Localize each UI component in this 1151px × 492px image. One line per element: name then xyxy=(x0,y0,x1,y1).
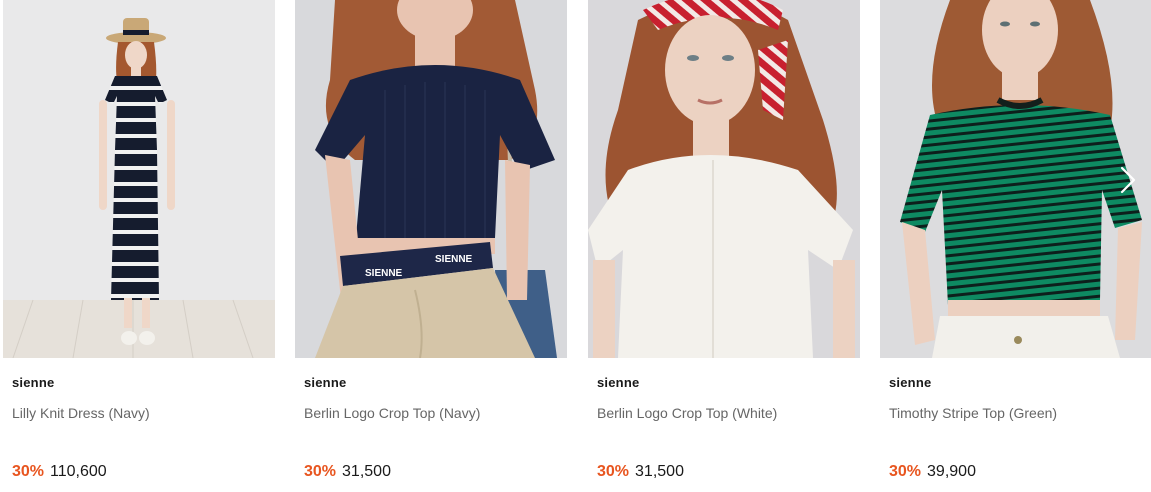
product-name[interactable]: Berlin Logo Crop Top (White) xyxy=(597,405,777,421)
sale-price: 110,600 xyxy=(50,463,107,480)
carousel-next-button[interactable] xyxy=(1112,162,1142,198)
product-carousel: sienne Lilly Knit Dress (Navy) 30% 110,60… xyxy=(0,0,1151,492)
price-row: 30% 31,500 xyxy=(597,463,684,481)
discount-rate: 30% xyxy=(889,463,922,480)
brand-name[interactable]: sienne xyxy=(889,375,931,390)
product-image[interactable] xyxy=(3,0,275,358)
product-image[interactable] xyxy=(880,0,1151,358)
price-row: 30% 39,900 xyxy=(889,463,976,481)
sale-price: 31,500 xyxy=(342,463,391,480)
sale-price: 31,500 xyxy=(635,463,684,480)
product-name[interactable]: Lilly Knit Dress (Navy) xyxy=(12,405,150,421)
product-card[interactable]: sienne Timothy Stripe Top (Green) 30% 39,… xyxy=(880,0,1151,492)
discount-rate: 30% xyxy=(597,463,630,480)
waistband-logo: SIENNE xyxy=(435,254,473,265)
sale-price: 39,900 xyxy=(927,463,976,480)
discount-rate: 30% xyxy=(12,463,45,480)
brand-name[interactable]: sienne xyxy=(304,375,346,390)
product-image[interactable]: SIENNE SIENNE xyxy=(295,0,567,358)
waistband-logo: SIENNE xyxy=(365,268,403,279)
chevron-right-icon xyxy=(1120,166,1136,194)
discount-rate: 30% xyxy=(304,463,337,480)
product-name[interactable]: Berlin Logo Crop Top (Navy) xyxy=(304,405,480,421)
price-row: 30% 31,500 xyxy=(304,463,391,481)
product-card[interactable]: SIENNE SIENNE sienne Berlin Logo Crop To… xyxy=(295,0,567,492)
product-image[interactable] xyxy=(588,0,860,358)
product-card[interactable]: sienne Berlin Logo Crop Top (White) 30% 3… xyxy=(588,0,860,492)
product-name[interactable]: Timothy Stripe Top (Green) xyxy=(889,405,1057,421)
product-card[interactable]: sienne Lilly Knit Dress (Navy) 30% 110,60… xyxy=(3,0,275,492)
price-row: 30% 110,600 xyxy=(12,463,107,481)
brand-name[interactable]: sienne xyxy=(12,375,54,390)
brand-name[interactable]: sienne xyxy=(597,375,639,390)
